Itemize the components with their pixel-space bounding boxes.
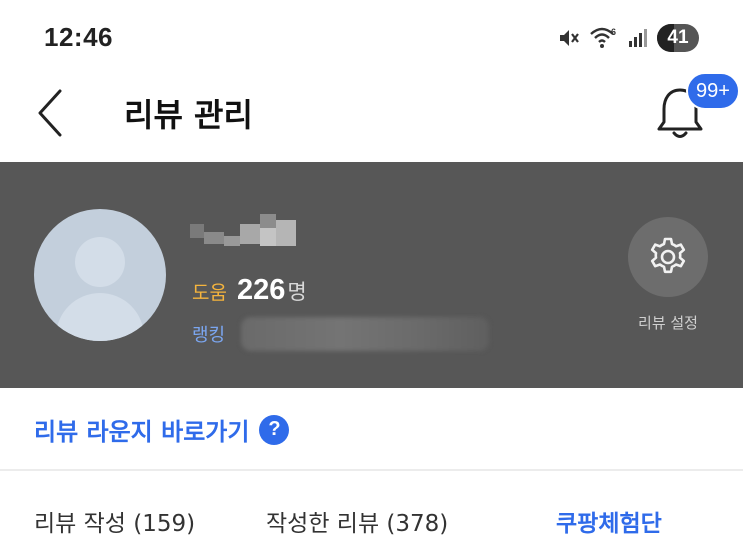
profile-panel: 도움 226 명 랭킹 리뷰 설정 xyxy=(0,162,743,388)
svg-text:6: 6 xyxy=(611,27,616,37)
battery-level: 41 xyxy=(667,27,689,48)
review-lounge-link[interactable]: 리뷰 라운지 바로가기 ? xyxy=(34,412,290,447)
status-bar: 12:46 6 41 xyxy=(0,0,743,76)
status-time: 12:46 xyxy=(44,22,113,52)
notification-badge: 99+ xyxy=(686,72,740,110)
gear-icon xyxy=(650,237,686,274)
chevron-left-icon xyxy=(38,89,62,137)
status-icons: 6 41 xyxy=(557,24,699,52)
tab-written-reviews[interactable]: 작성한 리뷰 (378) xyxy=(266,504,448,538)
tab-coupang-trial[interactable]: 쿠팡체험단 xyxy=(556,504,662,538)
review-settings-label[interactable]: 리뷰 설정 xyxy=(612,312,724,333)
review-lounge-label: 리뷰 라운지 바로가기 xyxy=(34,418,250,446)
review-settings-button[interactable] xyxy=(628,217,708,297)
help-count: 226 xyxy=(236,274,286,306)
app-header: 리뷰 관리 99+ xyxy=(0,72,743,162)
ranking-label: 랭킹 xyxy=(192,325,226,346)
wifi-icon: 6 xyxy=(589,25,619,51)
help-icon[interactable]: ? xyxy=(259,414,290,445)
divider xyxy=(0,469,743,471)
user-name-redacted xyxy=(190,210,300,250)
signal-icon xyxy=(627,27,649,49)
help-count-row: 도움 226 명 xyxy=(192,274,307,307)
back-button[interactable] xyxy=(30,86,70,140)
mute-icon xyxy=(557,26,581,50)
help-label: 도움 xyxy=(192,282,227,304)
avatar[interactable] xyxy=(34,209,166,341)
ranking-row: 랭킹 xyxy=(192,317,490,351)
battery-icon: 41 xyxy=(657,24,699,52)
avatar-body xyxy=(56,293,144,341)
ranking-value-redacted xyxy=(241,317,490,351)
page-title: 리뷰 관리 xyxy=(124,96,253,134)
avatar-head xyxy=(75,237,125,287)
review-tabs: 리뷰 작성 (159) 작성한 리뷰 (378) 쿠팡체험단 xyxy=(0,490,743,554)
tab-write-review[interactable]: 리뷰 작성 (159) xyxy=(34,504,195,538)
help-unit: 명 xyxy=(287,280,307,304)
